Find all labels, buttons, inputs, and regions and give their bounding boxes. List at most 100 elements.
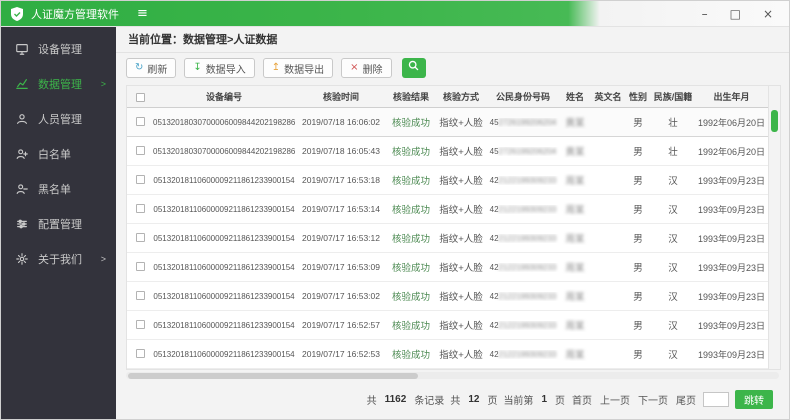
delete-button[interactable]: × 删除 <box>341 58 391 78</box>
verify-result-cell: 核验成功 <box>387 202 435 216</box>
first-page-link[interactable]: 首页 <box>572 392 592 407</box>
header-ethnic: 民族/国籍 <box>651 90 695 103</box>
select-all-checkbox[interactable] <box>136 93 145 102</box>
row-checkbox[interactable] <box>136 320 145 329</box>
close-button[interactable]: × <box>763 8 773 20</box>
records-label: 条记录 <box>414 392 444 407</box>
row-checkbox[interactable] <box>136 204 145 213</box>
row-checkbox[interactable] <box>136 146 145 155</box>
app-window: 人证魔方管理软件 ≡ – □ × 设备管理 数据管理 > 人员管理 <box>0 0 790 420</box>
row-checkbox[interactable] <box>136 291 145 300</box>
row-checkbox[interactable] <box>136 175 145 184</box>
jump-button[interactable]: 跳转 <box>735 390 773 409</box>
verify-method-cell: 指纹+人脸 <box>435 318 487 332</box>
ethnic-cell: 壮 <box>651 144 695 158</box>
row-checkbox[interactable] <box>136 349 145 358</box>
last-page-link[interactable]: 尾页 <box>676 392 696 407</box>
verify-result-cell: 核验成功 <box>387 231 435 245</box>
data-table: 设备编号 核验时间 核验结果 核验方式 公民身份号码 姓名 英文名 性别 民族/… <box>126 85 769 370</box>
gender-cell: 男 <box>625 144 651 158</box>
sidebar-item-about-us[interactable]: 关于我们 > <box>1 241 116 276</box>
horizontal-scrollbar-thumb[interactable] <box>128 373 418 379</box>
minimize-button[interactable]: – <box>702 8 708 20</box>
device-number-cell: 05132018030700006009844202198286 <box>153 118 295 127</box>
citizen-id-cell: 452726199206204 <box>487 147 559 156</box>
citizen-id-cell: 422122199309233 <box>487 292 559 301</box>
verify-time-cell: 2019/07/17 16:53:02 <box>295 291 387 301</box>
verify-method-cell: 指纹+人脸 <box>435 289 487 303</box>
header-citizen-id: 公民身份号码 <box>487 90 559 103</box>
search-button[interactable] <box>402 58 426 78</box>
header-gender: 性别 <box>625 90 651 103</box>
sidebar-item-whitelist[interactable]: 白名单 <box>1 136 116 171</box>
ethnic-cell: 汉 <box>651 260 695 274</box>
redacted-name: 周某 <box>565 176 584 187</box>
pages-label: 页 <box>487 392 497 407</box>
gender-cell: 男 <box>625 115 651 129</box>
table-header-row: 设备编号 核验时间 核验结果 核验方式 公民身份号码 姓名 英文名 性别 民族/… <box>127 86 768 108</box>
sidebar-item-device-management[interactable]: 设备管理 <box>1 31 116 66</box>
delete-icon: × <box>350 63 358 73</box>
ethnic-cell: 汉 <box>651 289 695 303</box>
monitor-icon <box>15 42 29 56</box>
device-number-cell: 05132018110600009211861233900154 <box>153 350 295 359</box>
vertical-scrollbar-thumb[interactable] <box>771 110 778 132</box>
data-export-button[interactable]: ↥ 数据导出 <box>263 58 333 78</box>
total-pages: 12 <box>468 394 479 405</box>
name-cell: 周某 <box>559 231 591 245</box>
verify-time-cell: 2019/07/17 16:53:14 <box>295 204 387 214</box>
refresh-icon: ↻ <box>135 63 143 73</box>
app-title: 人证魔方管理软件 <box>31 6 119 22</box>
main-content: 当前位置：数据管理>人证数据 ↻ 刷新 ↧ 数据导入 ↥ 数据导出 × 删除 <box>116 27 789 419</box>
window-controls: – □ × <box>702 8 789 20</box>
refresh-button[interactable]: ↻ 刷新 <box>126 58 176 78</box>
sidebar-item-config-management[interactable]: 配置管理 <box>1 206 116 241</box>
redacted-id: 2122199309233 <box>499 234 557 243</box>
gear-icon <box>15 252 29 266</box>
hamburger-menu-icon[interactable]: ≡ <box>137 6 148 21</box>
sidebar-item-blacklist[interactable]: 黑名单 <box>1 171 116 206</box>
table-row[interactable]: 051320181106000092118612339001542019/07/… <box>127 195 768 224</box>
redacted-id: 2122199309233 <box>499 205 557 214</box>
header-checkbox-cell <box>127 91 153 101</box>
sidebar-item-data-management[interactable]: 数据管理 > <box>1 66 116 101</box>
gender-cell: 男 <box>625 231 651 245</box>
citizen-id-cell: 422122199309233 <box>487 350 559 359</box>
device-number-cell: 05132018110600009211861233900154 <box>153 321 295 330</box>
table-row[interactable]: 051320180307000060098442021982862019/07/… <box>127 137 768 166</box>
table-row[interactable]: 051320181106000092118612339001542019/07/… <box>127 224 768 253</box>
gender-cell: 男 <box>625 347 651 361</box>
redacted-name: 周某 <box>565 263 584 274</box>
table-row[interactable]: 051320181106000092118612339001542019/07/… <box>127 166 768 195</box>
redacted-name: 周某 <box>565 205 584 216</box>
birth-cell: 1993年09月23日 <box>695 319 768 332</box>
table-row[interactable]: 051320181106000092118612339001542019/07/… <box>127 282 768 311</box>
data-import-button[interactable]: ↧ 数据导入 <box>184 58 254 78</box>
redacted-id: 2122199309233 <box>499 176 557 185</box>
title-bar: 人证魔方管理软件 ≡ – □ × <box>1 1 789 27</box>
prev-page-link[interactable]: 上一页 <box>600 392 630 407</box>
redacted-id: 2122199309233 <box>499 263 557 272</box>
table-row[interactable]: 051320181106000092118612339001542019/07/… <box>127 340 768 369</box>
sidebar-item-personnel-management[interactable]: 人员管理 <box>1 101 116 136</box>
vertical-scrollbar[interactable] <box>769 85 781 370</box>
row-checkbox-cell <box>127 175 153 186</box>
gender-cell: 男 <box>625 173 651 187</box>
verify-time-cell: 2019/07/17 16:52:57 <box>295 320 387 330</box>
header-birth: 出生年月 <box>695 90 768 103</box>
verify-time-cell: 2019/07/18 16:05:43 <box>295 146 387 156</box>
verify-result-cell: 核验成功 <box>387 144 435 158</box>
table-row[interactable]: 051320181106000092118612339001542019/07/… <box>127 311 768 340</box>
redacted-id: 2122199309233 <box>499 350 557 359</box>
jump-page-input[interactable] <box>703 392 729 407</box>
table-row[interactable]: 051320181106000092118612339001542019/07/… <box>127 253 768 282</box>
next-page-link[interactable]: 下一页 <box>638 392 668 407</box>
row-checkbox[interactable] <box>136 117 145 126</box>
horizontal-scrollbar[interactable] <box>126 372 779 379</box>
table-row[interactable]: 051320180307000060098442021982862019/07/… <box>127 108 768 137</box>
maximize-button[interactable]: □ <box>730 8 741 20</box>
header-verify-result: 核验结果 <box>387 90 435 103</box>
row-checkbox[interactable] <box>136 262 145 271</box>
redacted-name: 周某 <box>565 350 584 361</box>
row-checkbox[interactable] <box>136 233 145 242</box>
